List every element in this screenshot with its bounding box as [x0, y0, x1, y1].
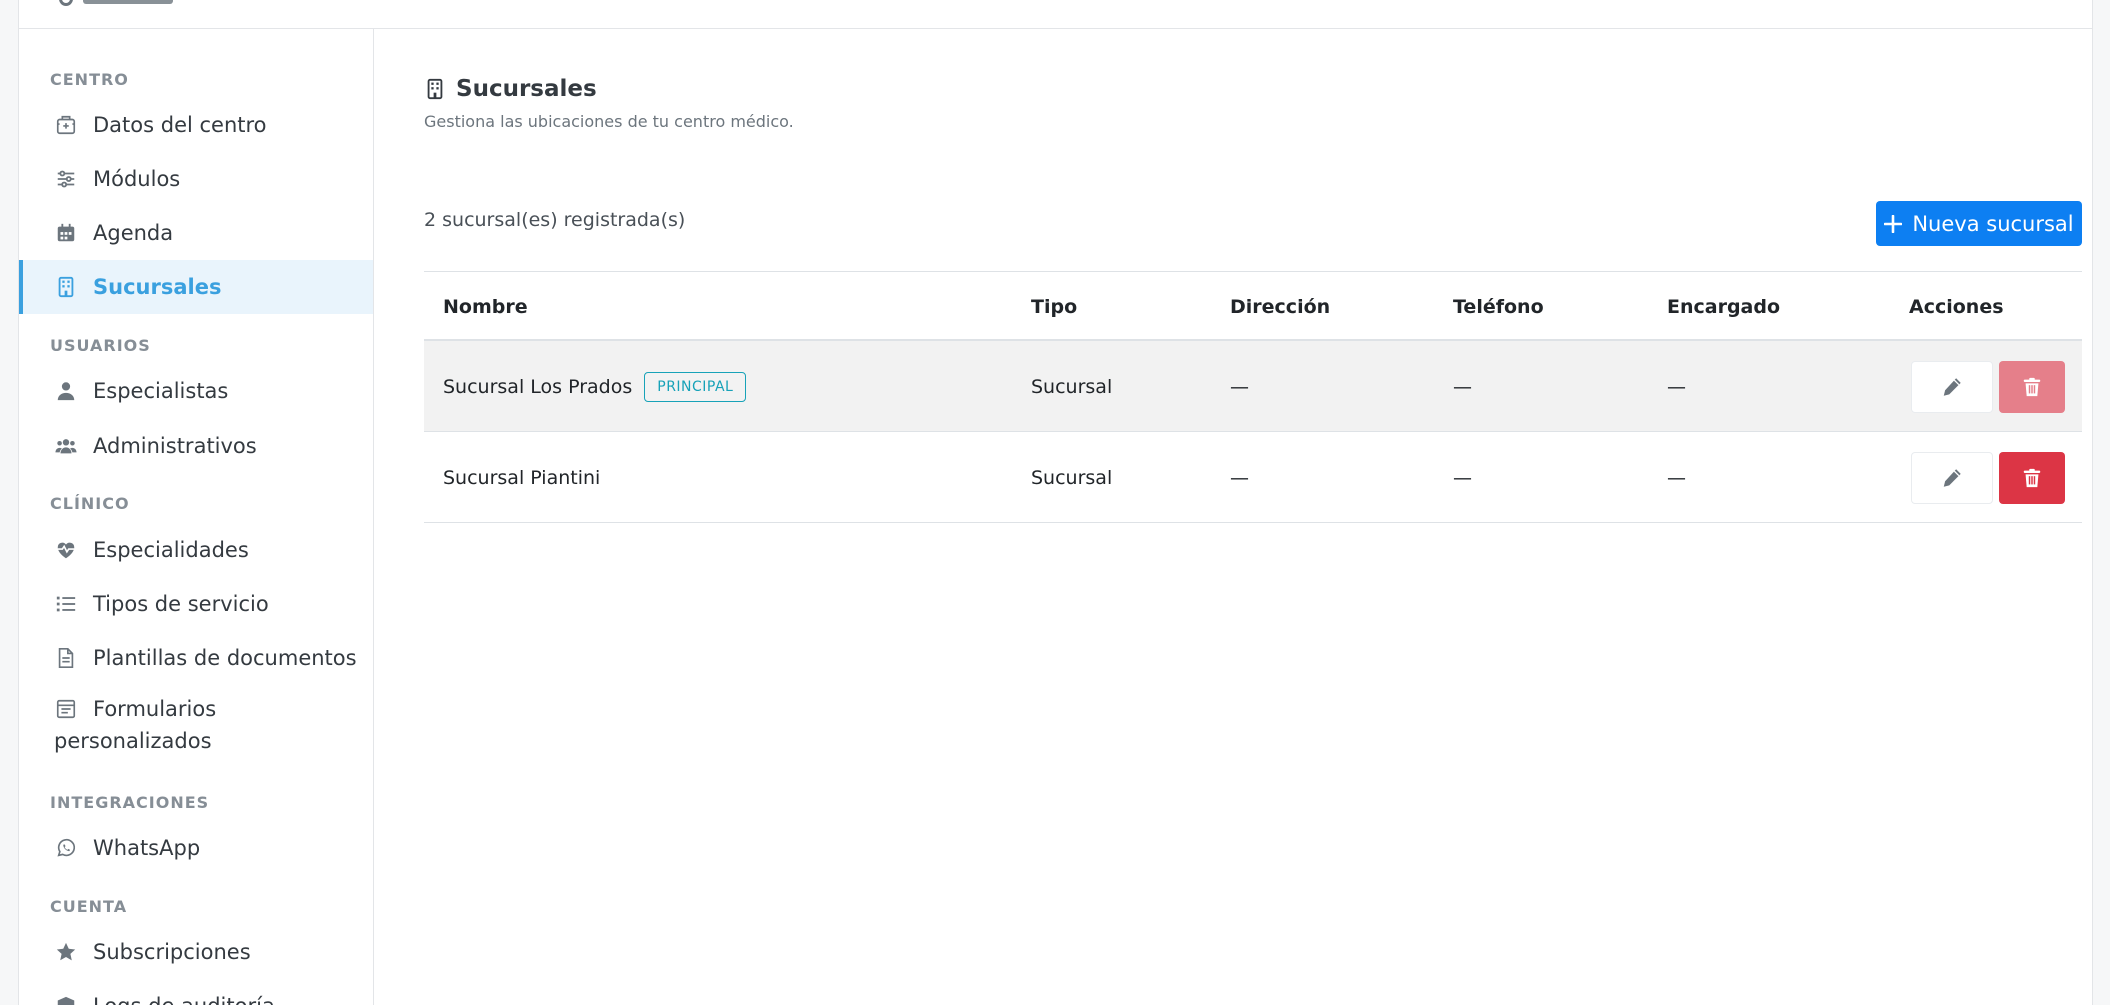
branches-table: Nombre Tipo Dirección Teléfono Encargado…	[424, 271, 2082, 523]
table-row[interactable]: Sucursal Piantini Sucursal — — —	[424, 432, 2082, 523]
sidebar-item-label: Plantillas de documentos	[93, 646, 357, 670]
sliders-icon	[54, 167, 78, 191]
sidebar-item-label: Especialidades	[93, 538, 249, 562]
page-title-text: Sucursales	[456, 76, 597, 102]
plus-icon	[1884, 214, 1903, 233]
sidebar-item-label: Subscripciones	[93, 940, 251, 964]
form-icon	[54, 697, 78, 721]
edit-button[interactable]	[1911, 361, 1993, 413]
sidebar-item-label: Datos del centro	[93, 113, 267, 137]
branch-name: Sucursal Los Prados	[443, 375, 633, 398]
trash-icon	[2023, 468, 2041, 488]
col-header-telefono[interactable]: Teléfono	[1453, 272, 1544, 341]
section-label-clinico: CLÍNICO	[50, 494, 130, 513]
col-header-direccion[interactable]: Dirección	[1230, 272, 1330, 341]
sidebar-item-label: Módulos	[93, 167, 181, 191]
sidebar-item-label: Sucursales	[93, 275, 222, 299]
sidebar-item-label: Agenda	[93, 221, 174, 245]
section-label-usuarios: USUARIOS	[50, 336, 151, 355]
sidebar-item-label: Tipos de servicio	[93, 592, 269, 616]
cell-direccion: —	[1230, 466, 1249, 489]
sidebar-item-especialistas[interactable]: Especialistas	[19, 364, 373, 418]
sidebar-item-label: Administrativos	[93, 434, 257, 458]
sidebar-item-label-line2: personalizados	[54, 729, 212, 753]
heart-pulse-icon	[54, 538, 78, 562]
sidebar-item-label: WhatsApp	[93, 836, 201, 860]
pencil-icon	[1943, 469, 1961, 487]
whatsapp-icon	[54, 836, 78, 860]
sidebar-item-plantillas-de-documentos[interactable]: Plantillas de documentos	[19, 631, 373, 685]
sidebar-item-administrativos[interactable]: Administrativos	[19, 419, 373, 473]
users-icon	[54, 434, 78, 458]
building-icon	[54, 275, 78, 299]
trash-icon	[2023, 377, 2041, 397]
sidebar-item-especialidades[interactable]: Especialidades	[19, 523, 373, 577]
new-branch-button-label: Nueva sucursal	[1912, 211, 2074, 236]
section-label-centro: CENTRO	[50, 70, 129, 89]
branch-name: Sucursal Piantini	[443, 466, 601, 489]
user-doctor-icon	[54, 379, 78, 403]
sidebar-item-label: Formularios personalizados	[54, 693, 217, 757]
page-subtitle: Gestiona las ubicaciones de tu centro mé…	[424, 112, 794, 131]
sidebar-item-datos-del-centro[interactable]: Datos del centro	[19, 98, 373, 152]
app-window: CENTRO Datos del centro Módulos Agenda S…	[18, 0, 2093, 1005]
star-icon	[54, 940, 78, 964]
edit-button[interactable]	[1911, 452, 1993, 504]
sidebar-item-whatsapp[interactable]: WhatsApp	[19, 821, 373, 875]
sidebar-item-label: Logs de auditoría	[93, 994, 275, 1005]
new-branch-button[interactable]: Nueva sucursal	[1876, 201, 2082, 246]
list-icon	[54, 592, 78, 616]
cell-nombre: Sucursal Los Prados PRINCIPAL	[443, 341, 747, 432]
page-title: Sucursales	[424, 76, 597, 102]
cell-encargado: —	[1667, 466, 1686, 489]
app-title-fragment	[83, 0, 173, 4]
table-header: Nombre Tipo Dirección Teléfono Encargado…	[424, 272, 2082, 341]
sidebar-item-formularios-personalizados[interactable]: Formularios personalizados	[19, 685, 373, 755]
cell-telefono: —	[1453, 375, 1472, 398]
section-label-cuenta: CUENTA	[50, 897, 128, 916]
calendar-icon	[54, 221, 78, 245]
pencil-icon	[1943, 378, 1961, 396]
top-bar	[19, 0, 2092, 29]
table-row[interactable]: Sucursal Los Prados PRINCIPAL Sucursal —…	[424, 341, 2082, 432]
cell-tipo: Sucursal	[1031, 375, 1113, 398]
principal-badge: PRINCIPAL	[644, 371, 747, 402]
sidebar-item-subscripciones[interactable]: Subscripciones	[19, 925, 373, 979]
settings-sidebar: CENTRO Datos del centro Módulos Agenda S…	[19, 29, 374, 1005]
cell-telefono: —	[1453, 466, 1472, 489]
cell-encargado: —	[1667, 375, 1686, 398]
col-header-tipo[interactable]: Tipo	[1031, 272, 1077, 341]
branch-count: 2 sucursal(es) registrada(s)	[424, 209, 686, 231]
sidebar-item-label: Especialistas	[93, 379, 229, 403]
logo-icon	[59, 0, 73, 6]
sidebar-item-tipos-de-servicio[interactable]: Tipos de servicio	[19, 577, 373, 631]
delete-button[interactable]	[1999, 361, 2065, 413]
sidebar-item-sucursales[interactable]: Sucursales	[19, 260, 373, 314]
col-header-acciones: Acciones	[1909, 295, 2004, 318]
building-hospital-icon	[54, 113, 78, 137]
building-icon	[427, 78, 443, 100]
file-icon	[54, 646, 78, 670]
cell-tipo: Sucursal	[1031, 466, 1113, 489]
sidebar-item-modulos[interactable]: Módulos	[19, 152, 373, 206]
shield-icon	[54, 994, 78, 1005]
sidebar-item-logs-de-auditoria[interactable]: Logs de auditoría	[19, 979, 373, 1005]
section-label-integraciones: INTEGRACIONES	[50, 793, 210, 812]
cell-nombre: Sucursal Piantini	[443, 432, 600, 523]
delete-button[interactable]	[1999, 452, 2065, 504]
sidebar-item-agenda[interactable]: Agenda	[19, 206, 373, 260]
col-header-nombre[interactable]: Nombre	[443, 272, 528, 341]
sidebar-item-label-line1: Formularios	[93, 697, 217, 721]
col-header-encargado[interactable]: Encargado	[1667, 272, 1780, 341]
cell-direccion: —	[1230, 375, 1249, 398]
main-content: Sucursales Gestiona las ubicaciones de t…	[374, 29, 2092, 1005]
